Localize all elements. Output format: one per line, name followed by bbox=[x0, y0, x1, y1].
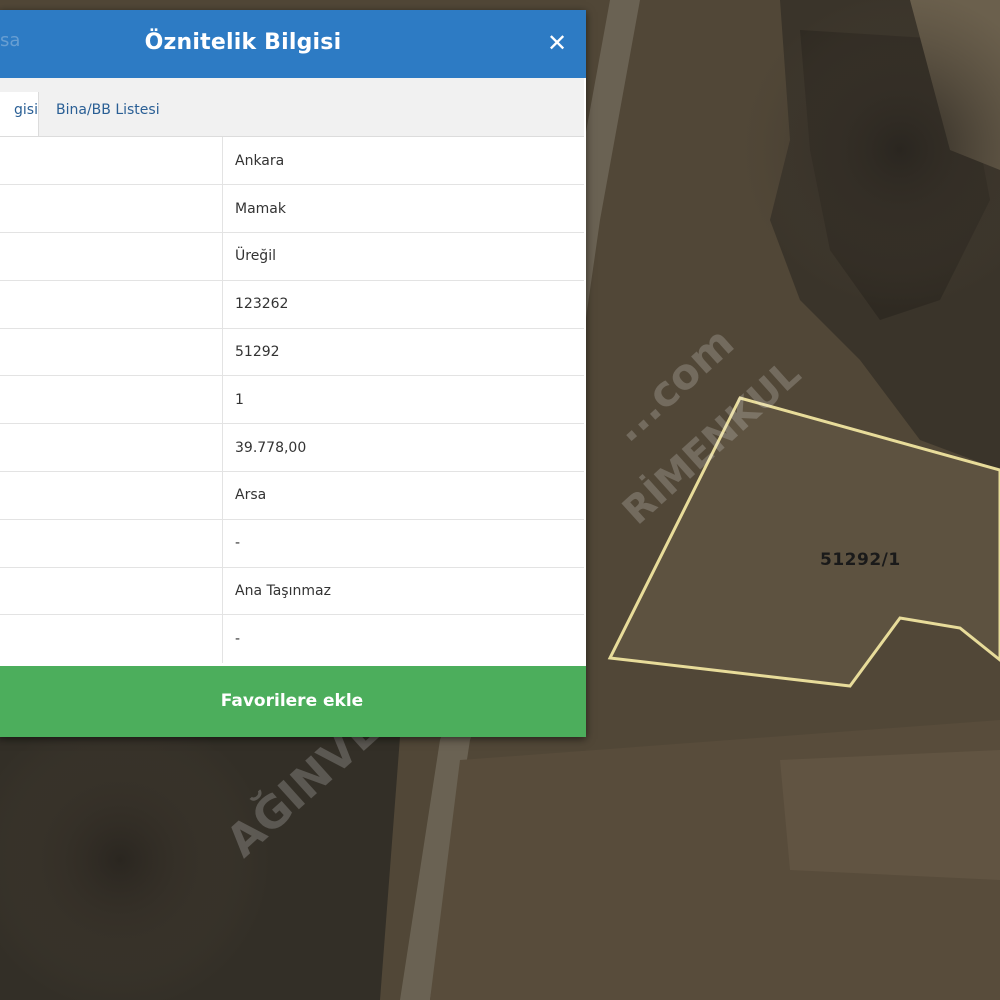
parcel-label[interactable]: 51292/1 bbox=[820, 550, 901, 570]
attribute-key bbox=[0, 423, 223, 472]
attribute-key bbox=[0, 566, 223, 615]
table-row: Mamak bbox=[0, 184, 584, 233]
attribute-value: Mamak bbox=[222, 184, 584, 233]
close-icon[interactable]: ✕ bbox=[544, 30, 570, 56]
attribute-value: Ankara bbox=[235, 152, 285, 169]
attribute-key bbox=[0, 327, 223, 376]
table-row: 123262 bbox=[0, 279, 584, 329]
table-row: - bbox=[0, 614, 584, 663]
table-row: 51292 bbox=[0, 327, 584, 376]
attribute-key bbox=[0, 184, 223, 233]
table-row: Ankara bbox=[0, 137, 584, 185]
attribute-key bbox=[0, 279, 223, 329]
table-row: - bbox=[0, 518, 584, 568]
table-row: Ana Taşınmaz bbox=[0, 566, 584, 615]
attribute-value: 123262 bbox=[222, 279, 584, 329]
attribute-value: Ana Taşınmaz bbox=[222, 566, 584, 615]
table-row: Üreğil bbox=[0, 232, 584, 281]
attribute-value: 39.778,00 bbox=[222, 423, 584, 472]
tab-attribute-info[interactable]: gisi bbox=[0, 92, 39, 136]
attribute-key bbox=[0, 137, 223, 185]
table-row: 39.778,00 bbox=[0, 423, 584, 472]
attribute-key bbox=[0, 232, 223, 281]
attribute-dialog: sa Öznitelik Bilgisi ✕ gisi Bina/BB List… bbox=[0, 10, 586, 737]
attribute-value: Arsa bbox=[222, 471, 584, 520]
add-to-favorites-button[interactable]: Favorilere ekle bbox=[0, 666, 586, 737]
attribute-key bbox=[0, 471, 223, 520]
attribute-value: 1 bbox=[222, 375, 584, 424]
attribute-table: Ankara Mamak Üreğil 123262 51292 1 39.77… bbox=[0, 137, 584, 663]
attribute-key bbox=[0, 518, 223, 568]
attribute-value: 51292 bbox=[222, 327, 584, 376]
dialog-header[interactable]: sa Öznitelik Bilgisi ✕ bbox=[0, 10, 586, 78]
attribute-value: - bbox=[222, 518, 584, 568]
tab-building-list[interactable]: Bina/BB Listesi bbox=[56, 92, 160, 136]
dialog-title: Öznitelik Bilgisi bbox=[144, 30, 342, 55]
attribute-key bbox=[0, 614, 223, 663]
attribute-key bbox=[0, 375, 223, 424]
attribute-value: Üreğil bbox=[222, 232, 584, 281]
table-row: Arsa bbox=[0, 471, 584, 520]
tab-strip: gisi Bina/BB Listesi bbox=[0, 78, 584, 137]
attribute-value: - bbox=[222, 614, 584, 663]
table-row: 1 bbox=[0, 375, 584, 424]
